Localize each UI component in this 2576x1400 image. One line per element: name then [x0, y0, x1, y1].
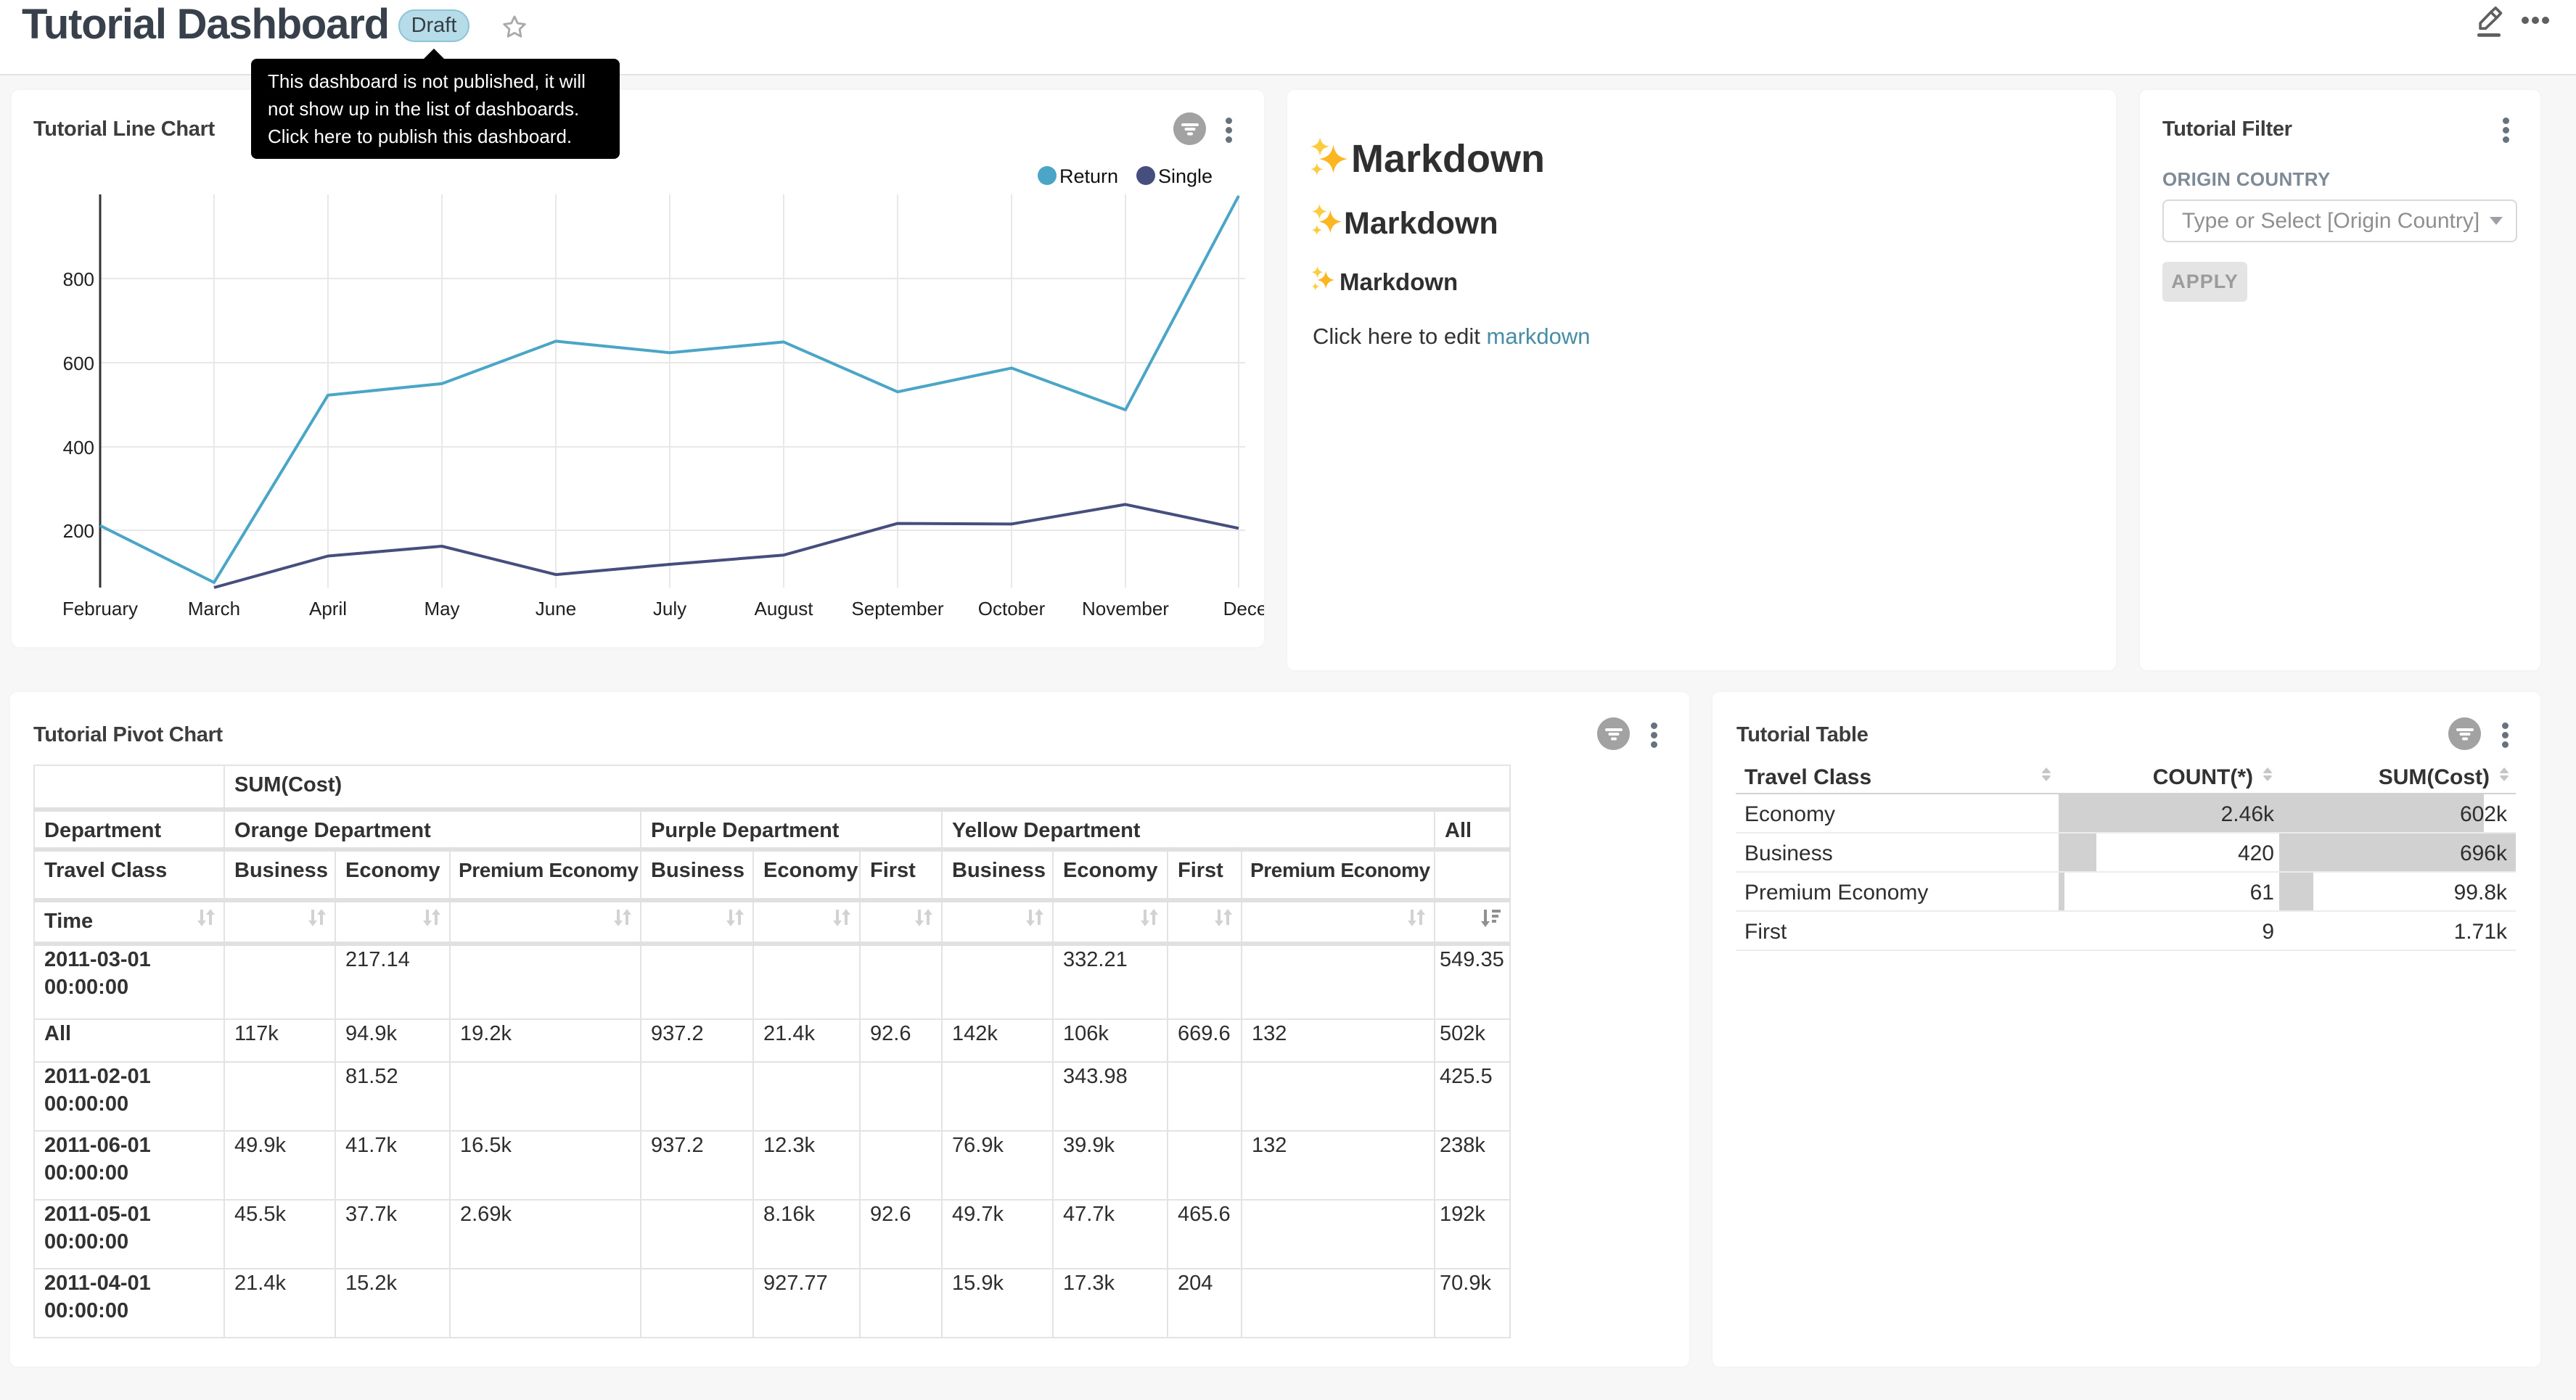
svg-text:February: February: [62, 598, 138, 619]
svg-text:200: 200: [63, 520, 94, 542]
svg-text:Dece: Dece: [1223, 598, 1264, 619]
svg-text:September: September: [851, 598, 944, 619]
svg-text:May: May: [424, 598, 459, 619]
svg-text:400: 400: [63, 437, 94, 458]
svg-text:July: July: [653, 598, 686, 619]
svg-text:June: June: [536, 598, 576, 619]
svg-text:800: 800: [63, 268, 94, 290]
svg-text:August: August: [755, 598, 814, 619]
svg-text:October: October: [978, 598, 1046, 619]
svg-text:March: March: [188, 598, 240, 619]
svg-text:November: November: [1082, 598, 1169, 619]
svg-text:Return: Return: [1059, 165, 1118, 187]
svg-text:600: 600: [63, 353, 94, 374]
svg-text:Single: Single: [1158, 165, 1213, 187]
svg-text:April: April: [309, 598, 347, 619]
